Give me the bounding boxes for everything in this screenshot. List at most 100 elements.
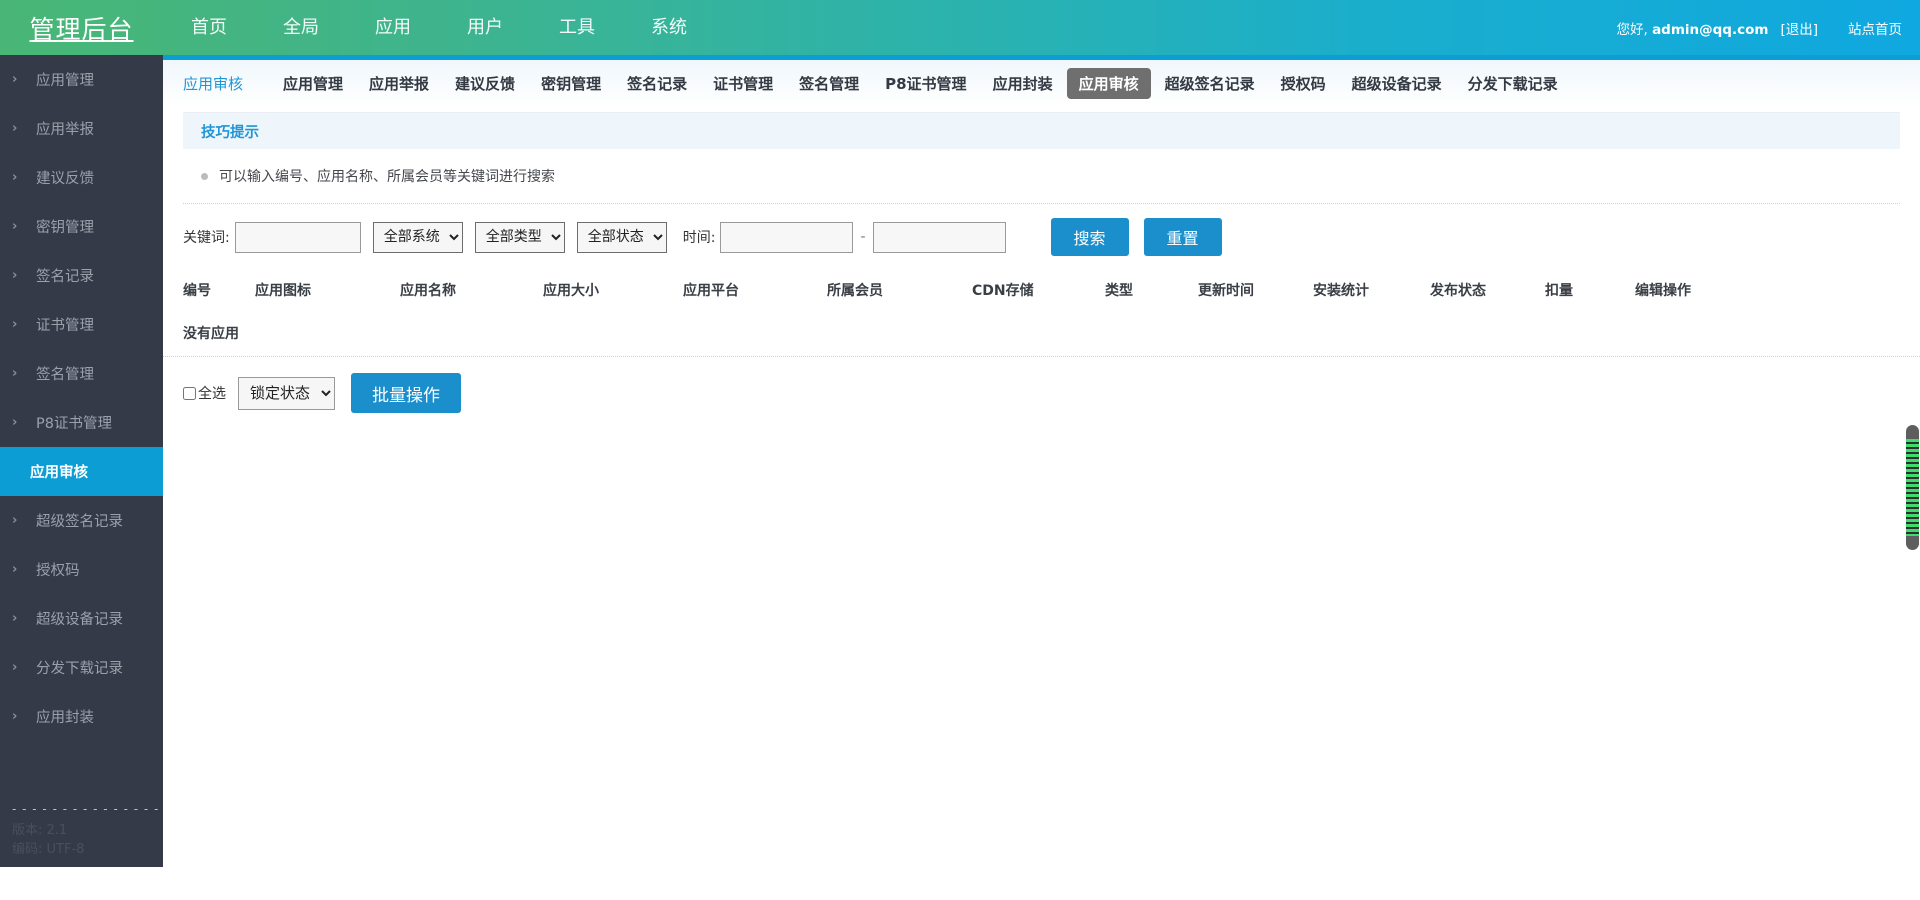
sidebar-item-8[interactable]: ›应用审核 — [0, 447, 163, 496]
sidebar-item-label: 签名管理 — [36, 363, 94, 384]
account-email: admin@qq.com — [1652, 22, 1768, 38]
greeting: 您好, admin@qq.com — [1616, 18, 1768, 38]
time-separator: - — [860, 229, 865, 245]
time-end-input[interactable] — [873, 222, 1006, 253]
sidebar-item-4[interactable]: › 签名记录 — [0, 251, 163, 300]
sub-tab-list: 应用管理应用举报建议反馈密钥管理签名记录证书管理签名管理P8证书管理应用封装应用… — [271, 68, 1572, 99]
sidebar-item-5[interactable]: ›证书管理 — [0, 300, 163, 349]
table-header-cell: 应用图标 — [255, 280, 400, 300]
sidebar-item-label: 密钥管理 — [36, 216, 94, 237]
scrollbar-thumb-stripes — [1906, 439, 1919, 536]
scrollbar-thumb[interactable] — [1906, 425, 1919, 550]
chevron-right-icon: › — [12, 709, 28, 724]
select-all-checkbox[interactable] — [183, 387, 196, 400]
bulk-action-button[interactable]: 批量操作 — [351, 373, 461, 413]
brand-logo[interactable]: 管理后台 — [0, 0, 163, 55]
table-header-cell: 发布状态 — [1430, 280, 1545, 300]
search-button[interactable]: 搜索 — [1051, 218, 1129, 256]
table-empty-message: 没有应用 — [163, 310, 1920, 357]
table-header-cell: 安装统计 — [1313, 280, 1430, 300]
sub-tab-12[interactable]: 超级设备记录 — [1340, 68, 1454, 99]
top-nav-item-app[interactable]: 应用 — [347, 0, 439, 55]
sidebar-item-label: 建议反馈 — [36, 167, 94, 188]
sidebar-item-label: 超级签名记录 — [36, 510, 123, 531]
sidebar-item-9[interactable]: › 超级签名记录 — [0, 496, 163, 545]
top-nav-item-tools[interactable]: 工具 — [531, 0, 623, 55]
sidebar-footer: - - - - - - - - - - - - - - - - - - 版本: … — [0, 800, 163, 859]
account-area: 您好, admin@qq.com [退出] 站点首页 — [1616, 0, 1902, 55]
sidebar-item-label: 应用封装 — [36, 706, 94, 727]
sidebar-encoding: 编码: UTF-8 — [12, 840, 163, 859]
sidebar-item-11[interactable]: ›超级设备记录 — [0, 594, 163, 643]
status-select[interactable]: 全部状态 — [577, 222, 667, 253]
greeting-prefix: 您好, — [1616, 22, 1652, 38]
chevron-right-icon: › — [12, 268, 28, 283]
sidebar-item-12[interactable]: › 分发下载记录 — [0, 643, 163, 692]
table-header-row: 编号应用图标应用名称应用大小应用平台所属会员CDN存储类型更新时间安装统计发布状… — [163, 270, 1920, 310]
sidebar-item-label: 应用审核 — [30, 461, 88, 482]
keyword-label: 关键词: — [183, 227, 230, 247]
page-title-link[interactable]: 应用审核 — [183, 68, 255, 99]
sidebar-item-label: 授权码 — [36, 559, 80, 580]
sub-tab-2[interactable]: 建议反馈 — [443, 68, 527, 99]
table-header-cell: 更新时间 — [1198, 280, 1313, 300]
chevron-right-icon: › — [12, 170, 28, 185]
reset-button[interactable]: 重置 — [1144, 218, 1222, 256]
sub-tab-13[interactable]: 分发下载记录 — [1456, 68, 1570, 99]
table-header-cell: 扣量 — [1545, 280, 1635, 300]
sub-tab-6[interactable]: 签名管理 — [787, 68, 871, 99]
top-nav-item-user[interactable]: 用户 — [439, 0, 531, 55]
sidebar-item-3[interactable]: › 密钥管理 — [0, 202, 163, 251]
chevron-right-icon: › — [12, 660, 28, 675]
sub-tab-1[interactable]: 应用举报 — [357, 68, 441, 99]
table-header-cell: 应用名称 — [400, 280, 543, 300]
sidebar-item-2[interactable]: › 建议反馈 — [0, 153, 163, 202]
applications-table: 编号应用图标应用名称应用大小应用平台所属会员CDN存储类型更新时间安装统计发布状… — [163, 270, 1920, 357]
tips-panel: 技巧提示 可以输入编号、应用名称、所属会员等关键词进行搜索 — [183, 112, 1900, 204]
sidebar-item-1[interactable]: ›应用举报 — [0, 104, 163, 153]
time-start-input[interactable] — [720, 222, 853, 253]
sidebar-item-10[interactable]: ›授权码 — [0, 545, 163, 594]
sub-tab-0[interactable]: 应用管理 — [271, 68, 355, 99]
table-header-cell: 编号 — [183, 280, 255, 300]
sidebar-item-label: 证书管理 — [36, 314, 94, 335]
sidebar-menu: ›应用管理›应用举报›建议反馈›密钥管理›签名记录›证书管理›签名管理›P8证书… — [0, 55, 163, 741]
top-nav-item-global[interactable]: 全局 — [255, 0, 347, 55]
top-nav-item-home[interactable]: 首页 — [163, 0, 255, 55]
sidebar-item-13[interactable]: › 应用封装 — [0, 692, 163, 741]
sidebar-item-label: 应用举报 — [36, 118, 94, 139]
sidebar-version: 版本: 2.1 — [12, 821, 163, 840]
table-header-cell: 编辑操作 — [1635, 280, 1725, 300]
sidebar-item-7[interactable]: ›P8证书管理 — [0, 398, 163, 447]
sub-tab-7[interactable]: P8证书管理 — [873, 68, 978, 99]
sidebar-item-label: P8证书管理 — [36, 412, 112, 433]
chevron-right-icon: › — [12, 611, 28, 626]
chevron-right-icon: › — [12, 513, 28, 528]
sub-tab-4[interactable]: 签名记录 — [615, 68, 699, 99]
sub-tab-9[interactable]: 应用审核 — [1067, 68, 1151, 99]
sidebar-item-label: 分发下载记录 — [36, 657, 123, 678]
page-scrollbar[interactable] — [1905, 60, 1920, 900]
lock-status-select[interactable]: 锁定状态 — [238, 377, 335, 410]
chevron-right-icon: › — [12, 366, 28, 381]
type-select[interactable]: 全部类型 — [475, 222, 565, 253]
sidebar-item-label: 签名记录 — [36, 265, 94, 286]
top-nav-item-system[interactable]: 系统 — [623, 0, 715, 55]
sub-tab-5[interactable]: 证书管理 — [701, 68, 785, 99]
select-all-label: 全选 — [198, 383, 226, 403]
sub-tab-8[interactable]: 应用封装 — [981, 68, 1065, 99]
table-header-cell: 应用大小 — [543, 280, 683, 300]
keyword-input[interactable] — [235, 222, 361, 253]
sidebar-item-label: 应用管理 — [36, 69, 94, 90]
chevron-right-icon: › — [12, 219, 28, 234]
table-header-cell: 应用平台 — [683, 280, 827, 300]
sidebar-item-6[interactable]: › 签名管理 — [0, 349, 163, 398]
sub-tab-10[interactable]: 超级签名记录 — [1153, 68, 1267, 99]
site-home-link[interactable]: 站点首页 — [1848, 18, 1902, 38]
sub-tab-3[interactable]: 密钥管理 — [529, 68, 613, 99]
sidebar-item-0[interactable]: ›应用管理 — [0, 55, 163, 104]
system-select[interactable]: 全部系统 — [373, 222, 463, 253]
bullet-icon — [201, 173, 208, 180]
logout-link[interactable]: [退出] — [1780, 18, 1818, 38]
sub-tab-11[interactable]: 授权码 — [1269, 68, 1338, 99]
